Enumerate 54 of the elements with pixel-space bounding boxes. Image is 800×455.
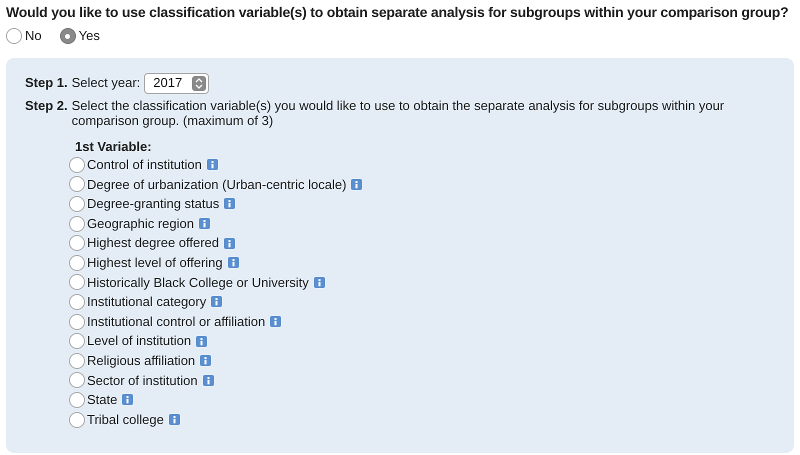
step-label: Step 1. bbox=[25, 74, 68, 92]
answer-label: Yes bbox=[78, 27, 100, 46]
radio-button[interactable] bbox=[69, 216, 85, 232]
info-icon[interactable] bbox=[228, 257, 239, 268]
info-icon[interactable] bbox=[211, 296, 222, 308]
radio-button[interactable] bbox=[69, 254, 85, 271]
option-label: Sector of institution bbox=[87, 372, 198, 390]
option-label: Geographic region bbox=[87, 214, 194, 233]
radio-button[interactable] bbox=[69, 412, 85, 428]
option-label: Level of institution bbox=[87, 332, 192, 350]
radio-button[interactable] bbox=[6, 28, 22, 44]
answer-label: No bbox=[25, 27, 42, 46]
option-label: Historically Black College or University bbox=[87, 274, 309, 292]
info-icon[interactable] bbox=[122, 394, 134, 406]
info-icon[interactable] bbox=[198, 218, 210, 230]
info-icon[interactable] bbox=[224, 238, 236, 249]
radio-button[interactable] bbox=[69, 274, 85, 290]
radio-button[interactable] bbox=[69, 294, 85, 310]
variable-heading: 1st Variable: bbox=[75, 139, 153, 155]
radio-button[interactable] bbox=[69, 314, 85, 330]
option-label: State bbox=[87, 391, 118, 410]
option-label: Degree-granting status bbox=[87, 195, 220, 214]
radio-button[interactable] bbox=[69, 333, 85, 350]
radio-button[interactable] bbox=[69, 235, 85, 252]
option-label: Religious affiliation bbox=[87, 352, 196, 370]
option-label: Institutional control or affiliation bbox=[87, 312, 266, 331]
info-icon[interactable] bbox=[314, 276, 325, 288]
option-label: Highest level of offering bbox=[87, 254, 223, 272]
radio-button[interactable] bbox=[69, 196, 85, 212]
step-instructions: Select the classification variable(s) you would like to use to obtain the separate analysis for subgroups within your comparison group. (maximum of 3) bbox=[72, 98, 726, 128]
option-label: Control of institution bbox=[87, 156, 202, 174]
info-icon[interactable] bbox=[270, 316, 282, 328]
year-label: Select year: bbox=[72, 74, 140, 92]
radio-button[interactable] bbox=[69, 156, 85, 173]
radio-button[interactable] bbox=[69, 176, 85, 192]
option-label: Tribal college bbox=[87, 410, 164, 429]
stepper-icon bbox=[192, 76, 206, 90]
info-icon[interactable] bbox=[200, 355, 212, 366]
year-select[interactable]: 2017 bbox=[144, 72, 210, 94]
info-icon[interactable] bbox=[202, 374, 214, 386]
radio-button[interactable] bbox=[60, 28, 76, 44]
info-icon[interactable] bbox=[206, 159, 218, 170]
radio-button[interactable] bbox=[69, 392, 85, 408]
radio-button[interactable] bbox=[69, 352, 85, 369]
option-label: Degree of urbanization (Urban-centric locale) bbox=[87, 176, 346, 194]
info-icon[interactable] bbox=[351, 178, 362, 190]
info-icon[interactable] bbox=[196, 336, 208, 347]
step-label: Step 2. bbox=[25, 98, 68, 115]
radio-button[interactable] bbox=[69, 372, 85, 388]
option-label: Highest degree offered bbox=[87, 234, 220, 252]
question-heading: Would you like to use classification variable(s) to obtain separate analysis for subgroups within your comparison group? bbox=[6, 3, 790, 22]
option-label: Institutional category bbox=[87, 293, 206, 312]
info-icon[interactable] bbox=[224, 198, 236, 210]
info-icon[interactable] bbox=[168, 414, 180, 426]
